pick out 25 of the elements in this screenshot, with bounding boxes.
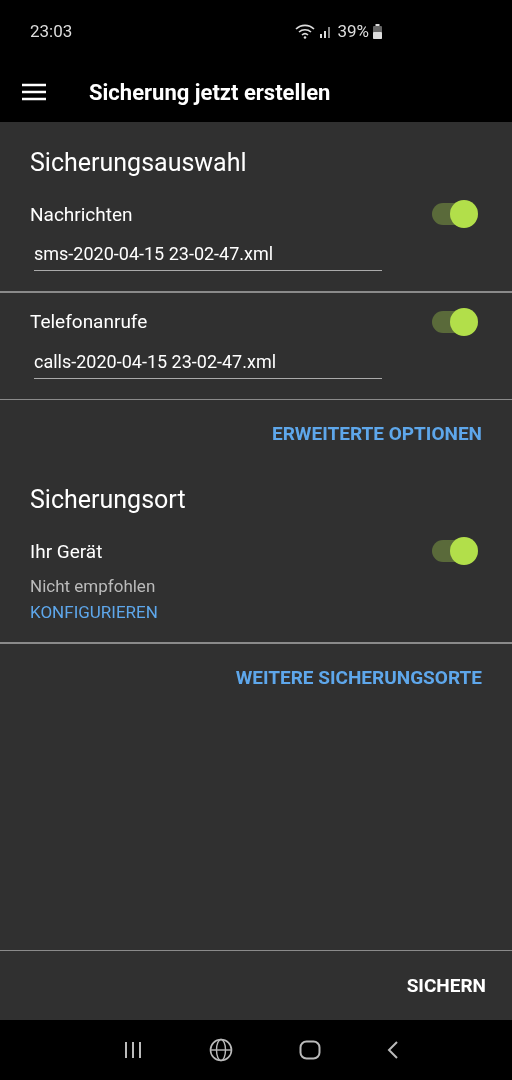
item-label: Ihr Gerät (30, 539, 103, 563)
item-label: Nachrichten (30, 202, 133, 226)
filename-field[interactable]: sms-2020-04-15 23-02-47.xml (34, 235, 382, 271)
item-note: Nicht empfohlen (29, 575, 157, 598)
battery-icon (373, 23, 382, 39)
section-heading: Sicherungsort (29, 484, 187, 516)
more-locations-link[interactable]: WEITERE SICHERUNGSORTE (235, 665, 482, 689)
globe-icon[interactable] (209, 1038, 233, 1062)
configure-link[interactable]: KONFIGURIEREN (0, 602, 188, 622)
toggle-switch[interactable] (432, 200, 478, 228)
back-icon[interactable] (387, 1040, 399, 1060)
section-heading: Sicherungsauswahl (29, 147, 248, 179)
clock: 23:03 (30, 21, 73, 41)
recent-apps-icon[interactable] (123, 1041, 143, 1059)
battery-percentage: 39% (337, 21, 369, 41)
home-icon[interactable] (299, 1040, 321, 1060)
save-button[interactable]: SICHERN (406, 974, 486, 997)
menu-icon[interactable] (22, 83, 46, 101)
toggle-switch[interactable] (432, 537, 478, 565)
filename-field[interactable]: calls-2020-04-15 23-02-47.xml (34, 342, 382, 379)
item-label: Telefonanrufe (30, 310, 148, 333)
toggle-switch[interactable] (432, 307, 478, 336)
app-bar-title: Sicherung jetzt erstellen (89, 79, 331, 105)
advanced-options-link[interactable]: ERWEITERTE OPTIONEN (272, 422, 482, 445)
wifi-icon (295, 23, 316, 39)
